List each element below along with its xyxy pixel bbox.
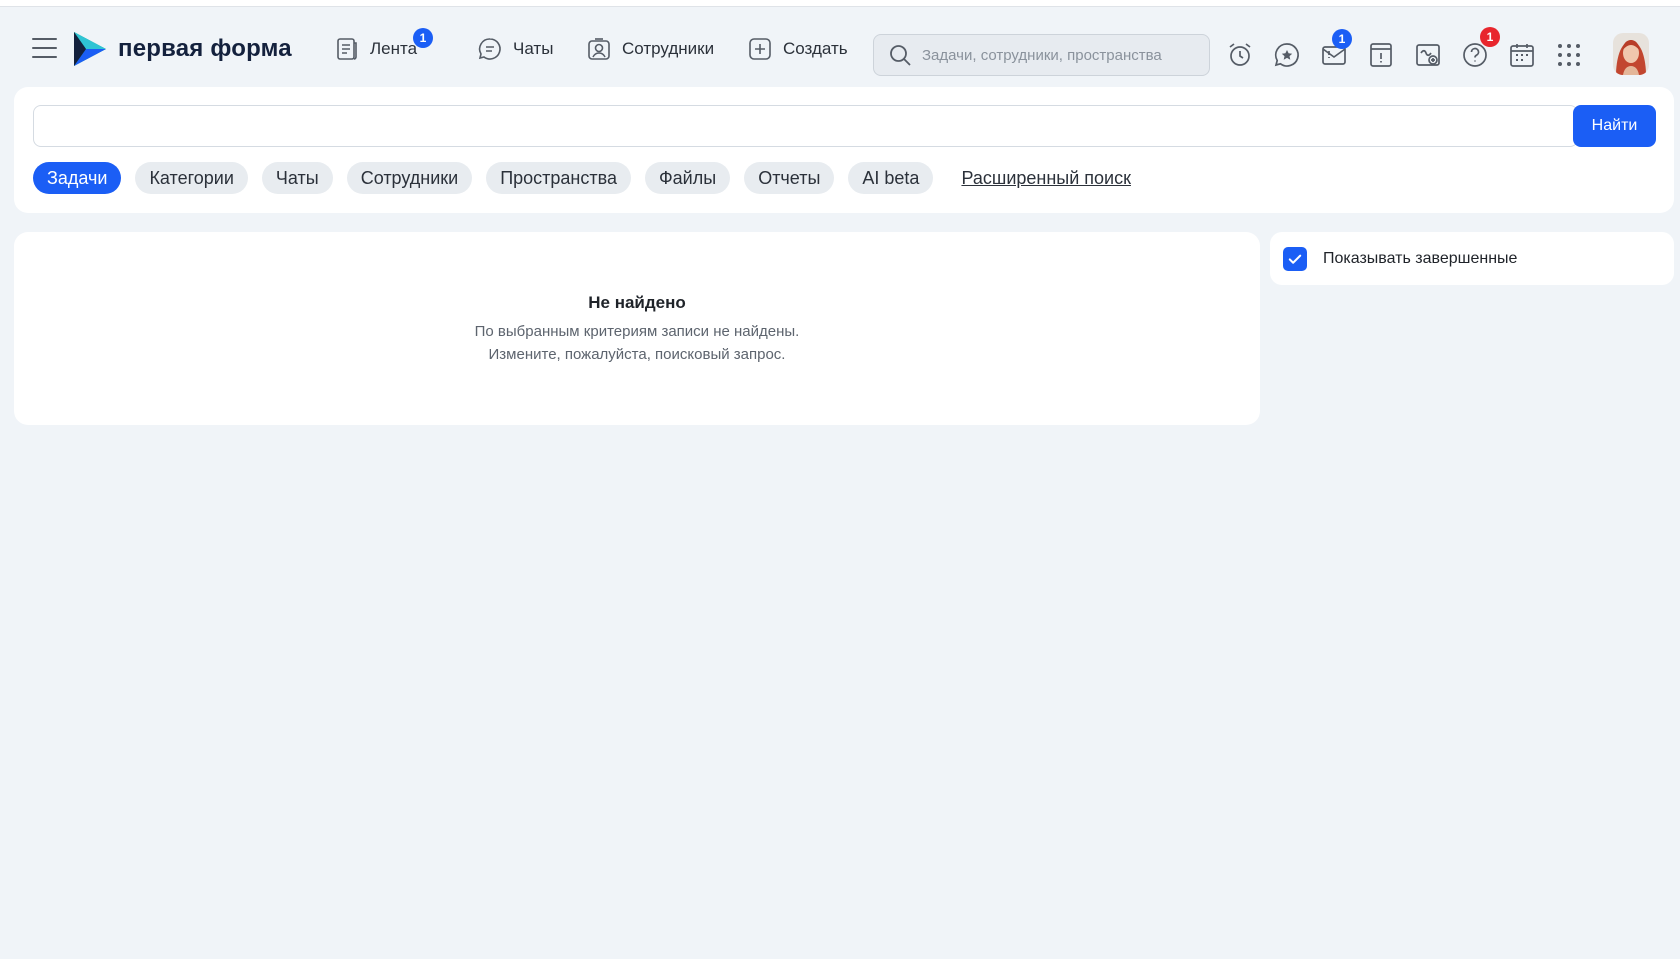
- results-panel: Не найдено По выбранным критериям записи…: [14, 232, 1260, 425]
- not-found-line-2: Измените, пожалуйста, поисковый запрос.: [488, 346, 786, 363]
- star-chat-icon[interactable]: [1273, 41, 1301, 69]
- plus-icon: [749, 38, 771, 60]
- show-completed-label: Показывать завершенные: [1323, 249, 1518, 267]
- filter-panel: Показывать завершенные: [1270, 232, 1674, 285]
- not-found-message: По выбранным критериям записи не найдены…: [14, 320, 1260, 366]
- window-top-edge: [0, 0, 1680, 7]
- top-header: первая форма Лента 1 Чаты Сотрудники Соз…: [0, 8, 1680, 86]
- tab-categories[interactable]: Категории: [135, 162, 248, 194]
- show-completed-checkbox[interactable]: [1283, 246, 1307, 271]
- nav-create-label: Создать: [783, 39, 848, 58]
- advanced-search-link[interactable]: Расширенный поиск: [961, 168, 1131, 189]
- chat-icon: [478, 38, 501, 60]
- logo-icon: [74, 32, 106, 66]
- mail-badge: 1: [1332, 29, 1352, 49]
- alarm-clock-icon[interactable]: [1226, 41, 1254, 69]
- search-query-input[interactable]: [33, 105, 1578, 147]
- nav-chats[interactable]: Чаты: [477, 36, 553, 62]
- nav-employees-label: Сотрудники: [622, 39, 715, 58]
- nav-feed[interactable]: Лента 1: [334, 28, 433, 62]
- apps-grid-icon[interactable]: [1555, 41, 1583, 69]
- tab-reports[interactable]: Отчеты: [744, 162, 835, 194]
- find-button[interactable]: Найти: [1573, 105, 1656, 147]
- help-icon[interactable]: 1: [1461, 27, 1500, 69]
- tab-spaces[interactable]: Пространства: [486, 162, 631, 194]
- avatar[interactable]: [1613, 33, 1649, 75]
- search-category-tabs: Задачи Категории Чаты Сотрудники Простра…: [33, 162, 1131, 194]
- document-edit-icon[interactable]: [1414, 41, 1442, 69]
- search-icon: [890, 45, 911, 66]
- tab-ai-beta[interactable]: AI beta: [848, 162, 934, 194]
- global-search[interactable]: [873, 34, 1210, 76]
- feed-icon: [337, 38, 357, 60]
- help-badge: 1: [1480, 27, 1500, 47]
- employees-icon: [588, 38, 610, 60]
- nav-create[interactable]: Создать: [747, 36, 848, 62]
- tab-files[interactable]: Файлы: [644, 162, 731, 194]
- not-found-line-1: По выбранным критериям записи не найдены…: [474, 323, 800, 340]
- nav-chats-label: Чаты: [513, 39, 554, 58]
- feed-badge: 1: [413, 28, 433, 48]
- mail-alert-icon[interactable]: 1: [1320, 29, 1352, 69]
- alert-icon[interactable]: [1367, 41, 1395, 69]
- logo[interactable]: первая форма: [72, 29, 292, 69]
- global-search-input[interactable]: [922, 46, 1192, 64]
- tab-tasks[interactable]: Задачи: [33, 162, 122, 194]
- menu-icon[interactable]: [32, 38, 57, 58]
- not-found-title: Не найдено: [588, 293, 686, 312]
- tab-chats[interactable]: Чаты: [261, 162, 333, 194]
- checkmark-icon: [1288, 254, 1302, 264]
- search-panel: Найти Задачи Категории Чаты Сотрудники П…: [14, 87, 1674, 213]
- calendar-icon[interactable]: [1508, 41, 1536, 69]
- nav-feed-label: Лента: [370, 39, 418, 58]
- nav-employees[interactable]: Сотрудники: [586, 36, 714, 62]
- logo-text: первая форма: [118, 35, 292, 62]
- tab-employees[interactable]: Сотрудники: [346, 162, 473, 194]
